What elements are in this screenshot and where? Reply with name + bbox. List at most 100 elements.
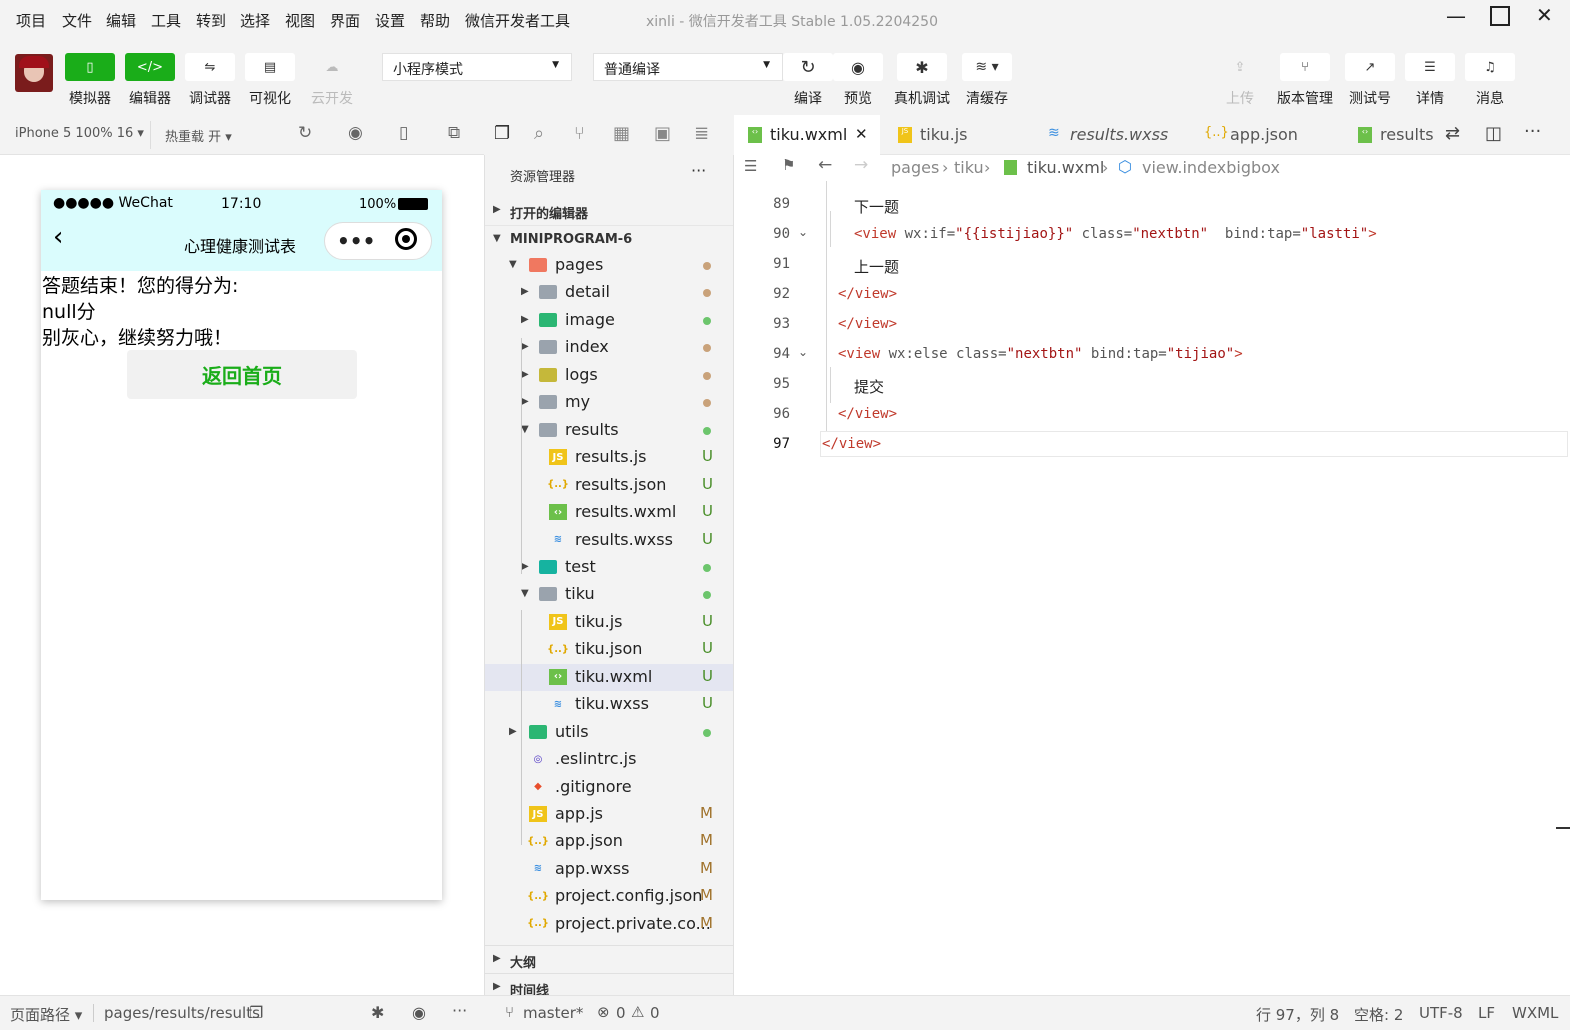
menu-help[interactable]: 帮助 xyxy=(420,10,450,31)
outline-section[interactable]: ▶ 大纲 xyxy=(485,945,733,972)
clear-cache-button[interactable]: ≋ ▾ xyxy=(962,53,1012,81)
cursor-position[interactable]: 行 97，列 8 xyxy=(1256,1004,1339,1025)
close-icon[interactable]: ✕ xyxy=(1536,3,1553,27)
details-button[interactable]: ☰ xyxy=(1405,53,1455,81)
file-item[interactable]: ‹› results.wxml U xyxy=(485,499,733,526)
chevron-right-icon[interactable]: ▶ xyxy=(521,286,529,297)
folder-item[interactable]: ▶ my xyxy=(485,389,733,416)
menu-file[interactable]: 文件 xyxy=(62,10,92,31)
menu-project[interactable]: 项目 xyxy=(16,10,46,31)
phone-icon[interactable]: ▯ xyxy=(399,123,408,143)
chevron-right-icon[interactable]: ▶ xyxy=(521,369,529,380)
visual-button[interactable]: ▤ xyxy=(245,53,295,81)
chevron-right-icon[interactable]: ▶ xyxy=(521,396,529,407)
folder-item[interactable]: ▶ detail xyxy=(485,279,733,306)
file-item[interactable]: ≋ tiku.wxss U xyxy=(485,691,733,718)
extensions-icon[interactable]: ▦ xyxy=(613,123,630,144)
stop-icon[interactable]: ◉ xyxy=(348,123,363,143)
folder-item[interactable]: ▶ index xyxy=(485,334,733,361)
menu-interface[interactable]: 界面 xyxy=(330,10,360,31)
scrollbar-marker[interactable] xyxy=(1556,827,1570,829)
tab-app-json[interactable]: {..} app.json xyxy=(1194,115,1344,155)
search-icon[interactable]: ⌕ xyxy=(534,123,544,144)
test-account-button[interactable]: ↗ xyxy=(1345,53,1395,81)
eye-icon[interactable]: ◉ xyxy=(412,1003,426,1022)
storage-icon[interactable]: ▣ xyxy=(654,123,671,144)
chevron-down-icon[interactable]: ▼ xyxy=(509,259,517,270)
folder-item[interactable]: ▶ image xyxy=(485,307,733,334)
compile-button[interactable]: ↻ xyxy=(783,53,833,81)
file-item[interactable]: ≋ results.wxss U xyxy=(485,527,733,554)
copy-icon[interactable]: ❐ xyxy=(249,1003,263,1022)
file-item[interactable]: {..} tiku.json U xyxy=(485,636,733,663)
file-item[interactable]: ≋ app.wxss M xyxy=(485,856,733,883)
chevron-right-icon[interactable]: ▶ xyxy=(521,561,529,572)
git-branch[interactable]: master* xyxy=(523,1004,583,1022)
file-item[interactable]: JS results.js U xyxy=(485,444,733,471)
folder-item[interactable]: ▶ test xyxy=(485,554,733,581)
eol[interactable]: LF xyxy=(1478,1004,1495,1022)
more-icon[interactable]: ··· xyxy=(452,1001,467,1020)
tab-tiku-wxml[interactable]: ‹› tiku.wxml ✕ xyxy=(734,115,880,155)
more-icon[interactable]: ··· xyxy=(691,161,706,180)
language-mode[interactable]: WXML xyxy=(1512,1004,1558,1022)
hotreload-toggle[interactable]: 热重载 开 ▾ xyxy=(165,126,232,145)
code-editor[interactable]: 89 下一题 90 ⌄ <view wx:if="{{istijiao}}" class… xyxy=(734,181,1570,995)
indent-setting[interactable]: 空格: 2 xyxy=(1354,1004,1403,1025)
bug-icon[interactable]: ✱ xyxy=(371,1003,384,1022)
menu-select[interactable]: 选择 xyxy=(240,10,270,31)
files-icon[interactable]: ❐ xyxy=(494,123,510,144)
menu-edit[interactable]: 编辑 xyxy=(106,10,136,31)
return-home-button[interactable]: 返回首页 xyxy=(127,350,357,399)
file-item[interactable]: {..} project.config.json M xyxy=(485,883,733,910)
tab-tiku-js[interactable]: JS tiku.js xyxy=(884,115,1034,155)
menu-view[interactable]: 视图 xyxy=(285,10,315,31)
source-control-icon[interactable]: ⑂ xyxy=(574,123,585,144)
error-count[interactable]: 0 xyxy=(616,1004,626,1022)
file-item[interactable]: {..} results.json U xyxy=(485,472,733,499)
preview-button[interactable]: ◉ xyxy=(833,53,883,81)
messages-button[interactable]: ♫ xyxy=(1465,53,1515,81)
close-icon[interactable]: ✕ xyxy=(855,125,868,143)
simulator-button[interactable]: ▯ xyxy=(65,53,115,81)
forward-icon[interactable]: → xyxy=(854,155,868,175)
file-item[interactable]: JS app.js M xyxy=(485,801,733,828)
fold-icon[interactable]: ⌄ xyxy=(798,345,808,359)
version-button[interactable]: ⑂ xyxy=(1280,53,1330,81)
real-debug-button[interactable]: ✱ xyxy=(897,53,947,81)
chevron-down-icon[interactable]: ▼ xyxy=(521,424,529,435)
compile-select[interactable]: 普通编译 ▼ xyxy=(593,53,783,81)
target-icon[interactable] xyxy=(395,228,417,250)
maximize-icon[interactable] xyxy=(1490,6,1510,26)
editor-button[interactable]: </> xyxy=(125,53,175,81)
more-dots-icon[interactable]: ••• xyxy=(337,229,375,253)
upload-button[interactable]: ⇪ xyxy=(1215,53,1265,81)
windows-icon[interactable]: ⧉ xyxy=(448,123,460,143)
chevron-right-icon[interactable]: ▶ xyxy=(521,341,529,352)
chevron-right-icon[interactable]: ▶ xyxy=(521,314,529,325)
device-select[interactable]: iPhone 5 100% 16 ▾ xyxy=(15,126,144,141)
file-item[interactable]: JS tiku.js U xyxy=(485,609,733,636)
open-editors-section[interactable]: ▶ 打开的编辑器 xyxy=(485,197,733,224)
menu-goto[interactable]: 转到 xyxy=(196,10,226,31)
crumb-element[interactable]: view.indexbigbox xyxy=(1142,158,1280,177)
tab-results-wxss[interactable]: ≋ results.wxss xyxy=(1034,115,1184,155)
back-arrow-icon[interactable]: ‹ xyxy=(53,222,63,252)
folder-item[interactable]: ▼ tiku xyxy=(485,581,733,608)
file-item[interactable]: ‹› tiku.wxml U xyxy=(485,663,733,691)
file-item[interactable]: {..} project.private.co... M xyxy=(485,911,733,938)
encoding[interactable]: UTF-8 xyxy=(1419,1004,1463,1022)
cloud-button[interactable]: ☁ xyxy=(307,53,357,81)
chevron-down-icon[interactable]: ▼ xyxy=(521,588,529,599)
menu-tools[interactable]: 工具 xyxy=(151,10,181,31)
back-icon[interactable]: ← xyxy=(818,155,832,175)
folder-item[interactable]: ▼ pages xyxy=(485,252,733,279)
mode-select[interactable]: 小程序模式 ▼ xyxy=(382,53,572,81)
more-icon[interactable]: ··· xyxy=(1524,121,1541,142)
list-icon[interactable]: ☰ xyxy=(744,157,757,175)
project-section[interactable]: ▼ MINIPROGRAM-6 xyxy=(485,225,733,252)
folder-item[interactable]: ▼ results xyxy=(485,417,733,444)
file-item[interactable]: {..} app.json M xyxy=(485,828,733,855)
folder-item[interactable]: ▶ utils xyxy=(485,719,733,746)
docker-icon[interactable]: ≣ xyxy=(694,123,709,144)
